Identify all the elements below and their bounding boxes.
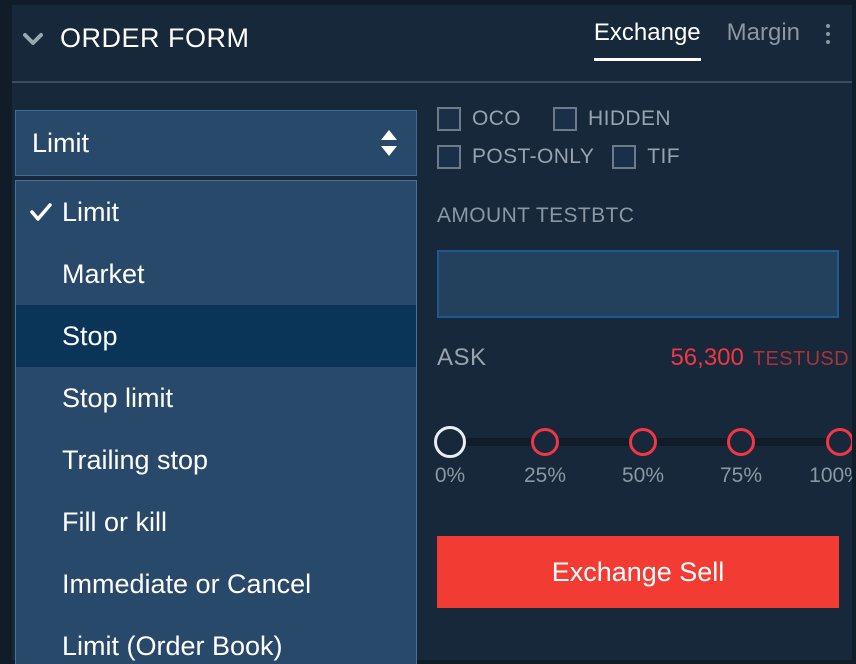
order-type-selected-value: Limit — [32, 127, 90, 158]
order-type-option-limit[interactable]: Limit — [16, 181, 416, 243]
order-type-option-market[interactable]: Market — [16, 243, 416, 305]
order-type-option-label: Market — [62, 258, 145, 289]
slider-tick-0: 0% — [434, 464, 466, 487]
kebab-dot — [826, 24, 830, 28]
slider-tick-75: 75% — [719, 464, 763, 487]
checkbox-box-icon[interactable] — [553, 107, 578, 131]
slider-tick-25: 25% — [523, 464, 567, 487]
order-flags-row-2: POST-ONLY TIF — [437, 138, 847, 176]
checkbox-box-icon[interactable] — [437, 145, 461, 169]
order-type-option-stop-limit[interactable]: Stop limit — [16, 367, 416, 429]
order-type-option-stop[interactable]: Stop — [16, 305, 416, 367]
ask-price: 56,300 — [670, 344, 744, 371]
checkbox-box-icon[interactable] — [437, 107, 461, 131]
checkbox-hidden[interactable]: HIDDEN — [553, 107, 671, 131]
tab-margin[interactable]: Margin — [727, 19, 800, 61]
order-entry-column: OCO HIDDEN POST-ONLY TIF AMOUNT TESTBTC … — [428, 88, 856, 660]
order-type-option-label: Fill or kill — [62, 506, 167, 537]
kebab-vertical-icon[interactable] — [826, 19, 830, 44]
order-type-option-limit-order-book[interactable]: Limit (Order Book) — [16, 615, 416, 664]
checkbox-box-icon[interactable] — [612, 145, 637, 169]
window-right-edge — [852, 0, 856, 664]
slider-stop-25[interactable] — [531, 428, 559, 456]
slider-stop-50[interactable] — [629, 428, 657, 456]
ask-value-group: 56,300 TESTUSD — [670, 344, 849, 372]
order-type-option-immediate-or-cancel[interactable]: Immediate or Cancel — [16, 553, 416, 615]
kebab-dot — [826, 40, 830, 44]
slider-stop-100[interactable] — [826, 428, 854, 456]
order-flags-group: OCO HIDDEN POST-ONLY TIF — [437, 100, 847, 176]
chevron-down-icon[interactable] — [20, 26, 46, 52]
window-top-edge — [0, 0, 856, 5]
slider-tick-100: 100% — [809, 464, 856, 487]
panel-header: ORDER FORM Exchange Margin — [12, 5, 852, 83]
amount-label: AMOUNT TESTBTC — [437, 204, 635, 227]
order-type-option-label: Stop — [62, 320, 118, 351]
checkbox-oco[interactable]: OCO — [437, 107, 521, 131]
amount-input[interactable] — [437, 250, 839, 318]
order-form-panel: ORDER FORM Exchange Margin OCO HIDDEN PO… — [0, 0, 856, 664]
page-title: ORDER FORM — [60, 23, 250, 53]
checkbox-label: POST-ONLY — [472, 145, 595, 168]
check-icon — [30, 203, 52, 221]
order-type-option-label: Trailing stop — [62, 444, 209, 475]
slider-stop-75[interactable] — [727, 428, 755, 456]
tab-exchange[interactable]: Exchange — [593, 19, 701, 61]
checkbox-label: HIDDEN — [588, 107, 671, 130]
order-type-option-label: Stop limit — [62, 382, 174, 413]
checkbox-label: OCO — [472, 107, 522, 130]
checkbox-post-only[interactable]: POST-ONLY — [437, 145, 594, 169]
exchange-sell-button[interactable]: Exchange Sell — [437, 536, 839, 608]
order-type-option-label: Immediate or Cancel — [62, 568, 312, 599]
order-type-option-label: Limit (Order Book) — [62, 630, 283, 661]
window-left-edge — [0, 0, 12, 664]
ask-row: ASK 56,300 TESTUSD — [437, 344, 849, 372]
order-type-select[interactable]: Limit — [15, 110, 417, 176]
ask-label: ASK — [437, 344, 487, 371]
order-type-option-trailing-stop[interactable]: Trailing stop — [16, 429, 416, 491]
slider-handle[interactable] — [434, 426, 466, 458]
order-type-dropdown[interactable]: Limit Market Stop Stop limit Trailing st… — [15, 180, 417, 664]
tab-bar: Exchange Margin — [593, 19, 830, 61]
amount-percent-slider[interactable]: 0% 25% 50% 75% 100% — [418, 420, 856, 504]
panel-title-group[interactable]: ORDER FORM — [20, 23, 250, 54]
order-type-option-fill-or-kill[interactable]: Fill or kill — [16, 491, 416, 553]
order-flags-row-1: OCO HIDDEN — [437, 100, 847, 138]
kebab-dot — [826, 32, 830, 36]
header-divider — [12, 81, 856, 83]
checkbox-tif[interactable]: TIF — [612, 145, 680, 169]
select-spinner-icon[interactable] — [378, 128, 400, 158]
ask-currency: TESTUSD — [752, 348, 849, 370]
order-type-option-label: Limit — [62, 196, 120, 227]
slider-tick-50: 50% — [621, 464, 665, 487]
checkbox-label: TIF — [647, 145, 680, 168]
